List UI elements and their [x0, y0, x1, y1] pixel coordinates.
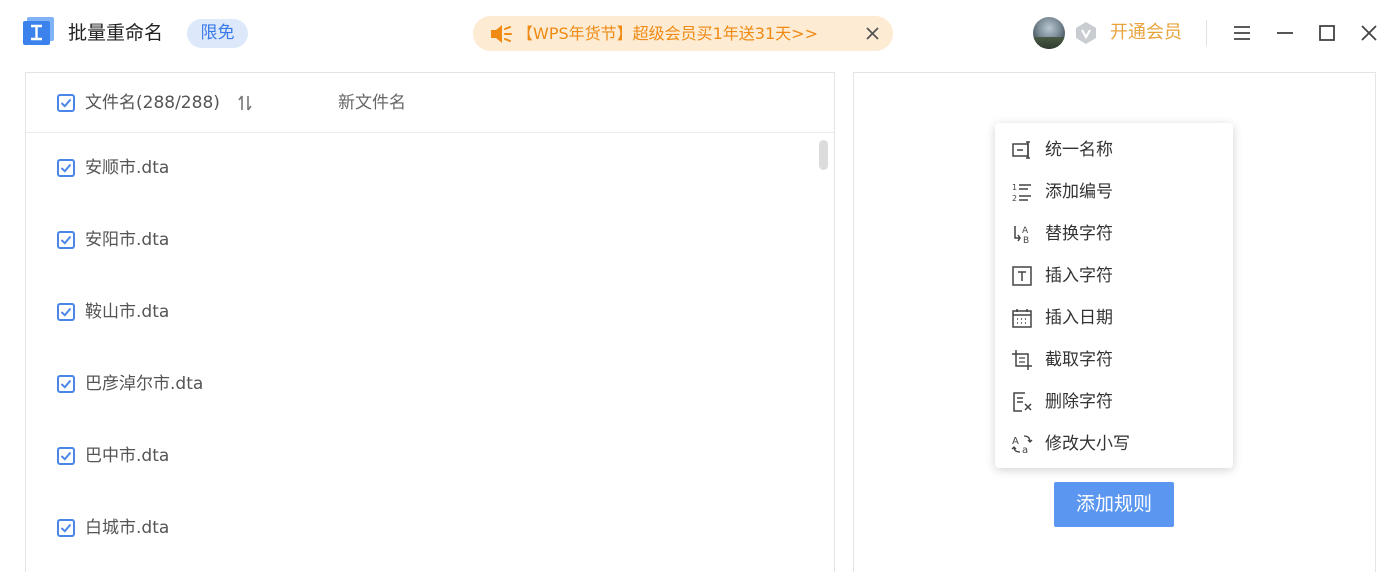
- minimize-icon[interactable]: [1274, 22, 1296, 44]
- promo-banner[interactable]: 【WPS年货节】超级会员买1年送31天>>: [473, 16, 893, 51]
- speaker-icon: [491, 25, 512, 43]
- svg-text:a: a: [1022, 445, 1028, 455]
- select-all-checkbox[interactable]: [57, 94, 75, 112]
- file-checkbox[interactable]: [57, 159, 75, 177]
- add-rule-button[interactable]: 添加规则: [1054, 482, 1174, 527]
- file-list-header: 文件名(288/288) 新文件名: [26, 73, 834, 133]
- menu-item-replace-chars[interactable]: A B 替换字符: [995, 213, 1233, 255]
- title-bar: 批量重命名 限免 【WPS年货节】超级会员买1年送31天>> 开通会员: [0, 0, 1383, 68]
- check-icon: [60, 98, 72, 108]
- svg-text:2: 2: [1012, 194, 1017, 203]
- close-icon[interactable]: [865, 26, 880, 41]
- check-icon: [60, 307, 72, 317]
- change-case-icon: A a: [1011, 435, 1033, 455]
- menu-item-unify-name[interactable]: 统一名称: [995, 129, 1233, 171]
- scrollbar-thumb[interactable]: [819, 140, 828, 170]
- list-item[interactable]: 巴中市.dta: [26, 421, 816, 493]
- menu-item-label: 替换字符: [1045, 224, 1113, 244]
- crop-text-icon: [1012, 350, 1032, 370]
- sort-icon[interactable]: [236, 93, 254, 113]
- menu-item-label: 统一名称: [1045, 140, 1113, 160]
- file-checkbox[interactable]: [57, 375, 75, 393]
- file-checkbox[interactable]: [57, 231, 75, 249]
- file-checkbox[interactable]: [57, 447, 75, 465]
- check-icon: [60, 523, 72, 533]
- vip-diamond-icon: [1076, 22, 1096, 44]
- menu-item-label: 修改大小写: [1045, 434, 1130, 454]
- menu-item-label: 删除字符: [1045, 392, 1113, 412]
- file-name: 安顺市.dta: [85, 158, 170, 178]
- calendar-icon: [1012, 309, 1032, 328]
- svg-text:1: 1: [1012, 183, 1017, 192]
- check-icon: [60, 379, 72, 389]
- promo-text[interactable]: 【WPS年货节】超级会员买1年送31天>>: [517, 16, 818, 51]
- menu-item-extract-chars[interactable]: 截取字符: [995, 339, 1233, 381]
- file-name: 安阳市.dta: [85, 230, 170, 250]
- menu-item-label: 添加编号: [1045, 182, 1113, 202]
- list-item[interactable]: 白城市.dta: [26, 493, 816, 565]
- app-logo-icon: [23, 17, 54, 45]
- text-box-icon: [1012, 266, 1032, 286]
- check-icon: [60, 163, 72, 173]
- file-list-panel: 文件名(288/288) 新文件名 安顺市.dta 安阳市.dta 鞍山市.dt…: [25, 72, 835, 572]
- app-title: 批量重命名: [68, 22, 164, 44]
- numbered-list-icon: 1 2: [1012, 183, 1031, 203]
- menu-icon[interactable]: [1231, 22, 1253, 44]
- replace-text-icon: A B: [1014, 226, 1029, 245]
- list-item[interactable]: 安阳市.dta: [26, 205, 816, 277]
- file-name: 巴彦淖尔市.dta: [85, 374, 204, 394]
- file-name: 白城市.dta: [85, 518, 170, 538]
- avatar[interactable]: [1033, 17, 1065, 49]
- unify-name-icon: [1012, 141, 1030, 159]
- column-header-new-filename: 新文件名: [338, 93, 406, 113]
- menu-item-label: 插入日期: [1045, 308, 1113, 328]
- svg-text:B: B: [1023, 236, 1029, 245]
- open-vip-link[interactable]: 开通会员: [1110, 19, 1182, 47]
- file-name: 鞍山市.dta: [85, 302, 170, 322]
- menu-item-insert-chars[interactable]: 插入字符: [995, 255, 1233, 297]
- menu-item-change-case[interactable]: A a 修改大小写: [995, 423, 1233, 465]
- menu-item-label: 截取字符: [1045, 350, 1113, 370]
- rule-type-menu: 统一名称 1 2 添加编号 A B 替换字符 插入字符 插入日期 截取字符 删除…: [995, 123, 1233, 468]
- list-item[interactable]: 安顺市.dta: [26, 133, 816, 205]
- divider: [1206, 20, 1207, 46]
- file-name: 巴中市.dta: [85, 446, 170, 466]
- svg-text:A: A: [1012, 436, 1019, 447]
- file-checkbox[interactable]: [57, 303, 75, 321]
- menu-item-insert-date[interactable]: 插入日期: [995, 297, 1233, 339]
- maximize-icon[interactable]: [1316, 22, 1338, 44]
- free-badge: 限免: [187, 19, 248, 48]
- delete-text-icon: [1013, 392, 1032, 412]
- menu-item-add-number[interactable]: 1 2 添加编号: [995, 171, 1233, 213]
- file-checkbox[interactable]: [57, 519, 75, 537]
- close-window-icon[interactable]: [1358, 22, 1380, 44]
- check-icon: [60, 451, 72, 461]
- list-item[interactable]: 鞍山市.dta: [26, 277, 816, 349]
- list-item[interactable]: 巴彦淖尔市.dta: [26, 349, 816, 421]
- menu-item-delete-chars[interactable]: 删除字符: [995, 381, 1233, 423]
- column-header-filename[interactable]: 文件名(288/288): [85, 90, 220, 116]
- svg-text:A: A: [1022, 226, 1029, 236]
- check-icon: [60, 235, 72, 245]
- menu-item-label: 插入字符: [1045, 266, 1113, 286]
